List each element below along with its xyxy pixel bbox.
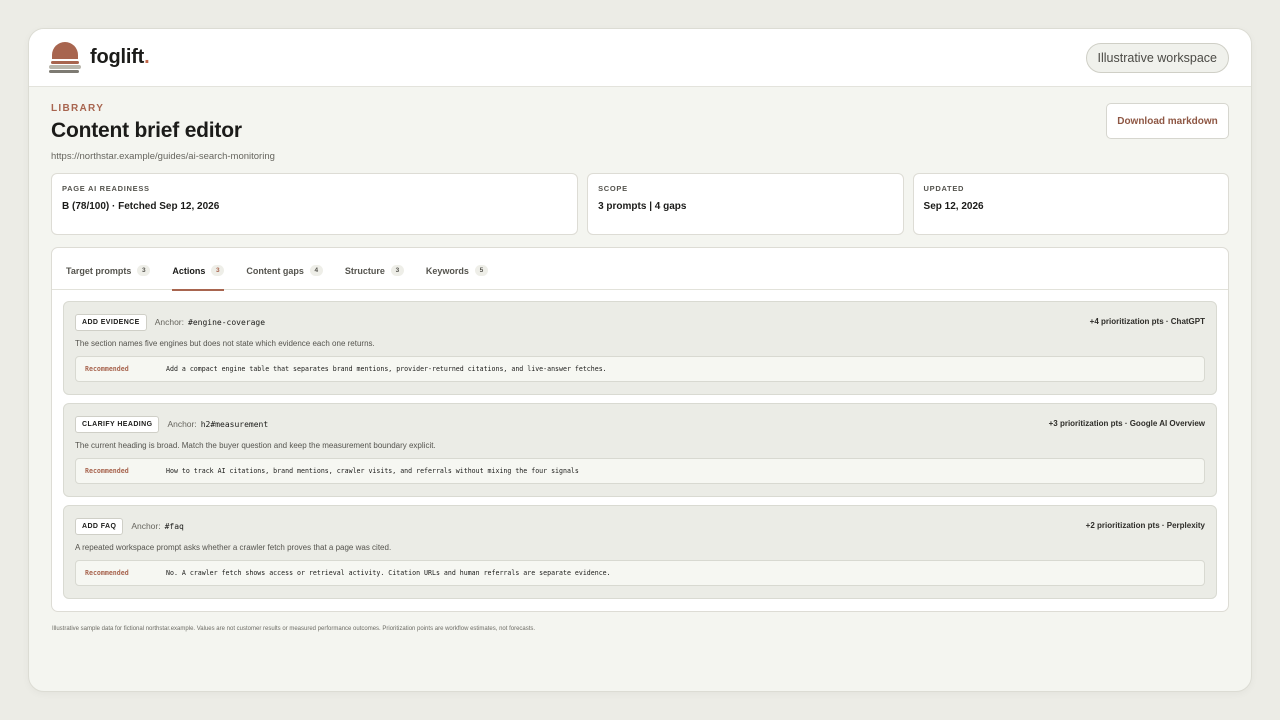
readiness-card: PAGE AI READINESS B (78/100) · Fetched S… — [51, 173, 579, 235]
action-description: The current heading is broad. Match the … — [75, 441, 436, 450]
recommendation-label: Recommended — [85, 569, 129, 577]
summary-cards: PAGE AI READINESS B (78/100) · Fetched S… — [29, 173, 1251, 235]
scope-card: SCOPE 3 prompts | 4 gaps — [587, 173, 904, 235]
page-title: Content brief editor — [51, 119, 242, 142]
action-item[interactable]: ADD FAQ Anchor: #faq +2 prioritization p… — [63, 505, 1217, 599]
recommendation-text: Add a compact engine table that separate… — [166, 365, 607, 373]
recommendation-text: No. A crawler fetch shows access or retr… — [166, 569, 611, 577]
tab-count-badge: 4 — [309, 265, 323, 276]
recommendation-box: Recommended How to track AI citations, b… — [75, 458, 1205, 484]
updated-card: UPDATED Sep 12, 2026 — [912, 173, 1230, 235]
card-label: PAGE AI READINESS — [62, 184, 150, 193]
tab-label: Target prompts — [66, 265, 132, 276]
page-header: LIBRARY Content brief editor https://nor… — [29, 87, 1251, 173]
anchor-value: #faq — [164, 521, 184, 531]
workspace-pill[interactable]: Illustrative workspace — [1085, 42, 1229, 73]
brand-name: foglift. — [90, 46, 150, 68]
anchor-value: h2#measurement — [200, 419, 269, 429]
action-list: ADD EVIDENCE Anchor: #engine-coverage +4… — [52, 290, 1228, 599]
top-bar: foglift. Illustrative workspace — [29, 29, 1251, 87]
brief-panel: Target prompts 3 Actions 3 Content gaps … — [51, 247, 1229, 612]
recommendation-label: Recommended — [85, 467, 129, 475]
tab-count-badge: 5 — [474, 265, 488, 276]
action-item[interactable]: ADD EVIDENCE Anchor: #engine-coverage +4… — [63, 301, 1217, 395]
anchor-label: Anchor: — [131, 521, 161, 531]
tab-count-badge: 3 — [211, 265, 225, 276]
action-type-badge: ADD FAQ — [75, 517, 124, 535]
action-item[interactable]: CLARIFY HEADING Anchor: h2#measurement +… — [63, 403, 1217, 497]
anchor-label: Anchor: — [154, 317, 184, 327]
breadcrumb: LIBRARY — [51, 103, 105, 114]
tab-target-prompts[interactable]: Target prompts 3 — [66, 248, 151, 290]
action-meta: +3 prioritization pts · Google AI Overvi… — [1048, 419, 1205, 428]
tab-label: Keywords — [425, 265, 469, 276]
tab-keywords[interactable]: Keywords 5 — [426, 248, 488, 290]
action-type-badge: CLARIFY HEADING — [75, 415, 160, 433]
foglift-logo-icon — [49, 41, 81, 74]
card-value: 3 prompts | 4 gaps — [598, 201, 687, 212]
tab-content-gaps[interactable]: Content gaps 4 — [246, 248, 323, 290]
tab-label: Actions — [172, 265, 206, 276]
action-meta: +2 prioritization pts · Perplexity — [1085, 521, 1205, 530]
footnote: Illustrative sample data for fictional n… — [52, 626, 536, 632]
download-markdown-button[interactable]: Download markdown — [1106, 103, 1229, 139]
card-label: UPDATED — [923, 184, 965, 193]
action-description: The section names five engines but does … — [75, 339, 375, 348]
recommendation-text: How to track AI citations, brand mention… — [166, 467, 579, 475]
tab-label: Structure — [344, 265, 385, 276]
brand[interactable]: foglift. — [49, 41, 150, 74]
tab-label: Content gaps — [246, 265, 304, 276]
anchor-value: #engine-coverage — [188, 317, 266, 327]
anchor-label: Anchor: — [167, 419, 197, 429]
action-description: A repeated workspace prompt asks whether… — [75, 543, 392, 552]
recommendation-box: Recommended Add a compact engine table t… — [75, 356, 1205, 382]
tab-structure[interactable]: Structure 3 — [345, 248, 404, 290]
page-url: https://northstar.example/guides/ai-sear… — [51, 151, 275, 162]
tab-actions[interactable]: Actions 3 — [172, 248, 225, 291]
card-value: B (78/100) · Fetched Sep 12, 2026 — [62, 201, 220, 212]
recommendation-label: Recommended — [85, 365, 129, 373]
tab-count-badge: 3 — [390, 265, 404, 276]
recommendation-box: Recommended No. A crawler fetch shows ac… — [75, 560, 1205, 586]
card-value: Sep 12, 2026 — [923, 201, 984, 212]
app-window: foglift. Illustrative workspace LIBRARY … — [28, 28, 1252, 692]
card-label: SCOPE — [598, 184, 628, 193]
action-meta: +4 prioritization pts · ChatGPT — [1089, 317, 1205, 326]
action-type-badge: ADD EVIDENCE — [75, 313, 147, 331]
tab-count-badge: 3 — [137, 265, 151, 276]
tab-bar: Target prompts 3 Actions 3 Content gaps … — [52, 248, 1228, 291]
